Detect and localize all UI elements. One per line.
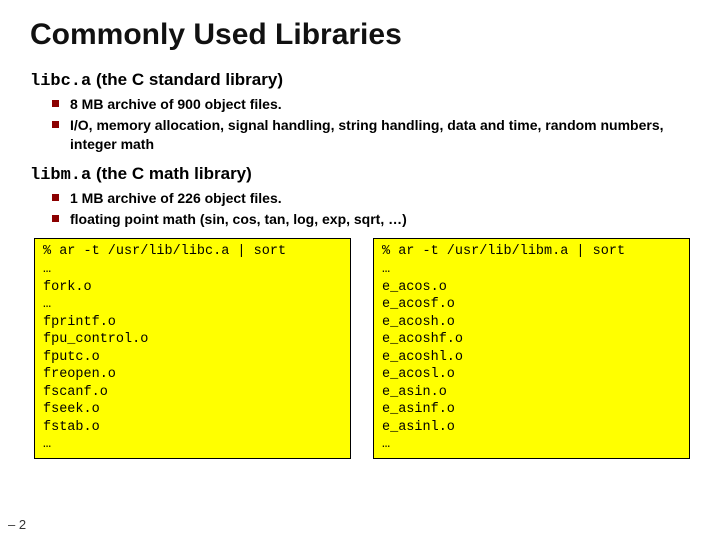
libm-code: libm.a [30, 166, 91, 185]
code-box-libm: % ar -t /usr/lib/libm.a | sort … e_acos.… [373, 238, 690, 459]
slide-title: Commonly Used Libraries [30, 18, 690, 52]
page-marker: – 2 [8, 517, 26, 532]
code-box-libc: % ar -t /usr/lib/libc.a | sort … fork.o … [34, 238, 351, 459]
libc-heading: libc.a (the C standard library) [30, 70, 690, 91]
list-item: I/O, memory allocation, signal handling,… [30, 116, 690, 154]
libc-heading-rest: (the C standard library) [91, 70, 283, 89]
slide: Commonly Used Libraries libc.a (the C st… [0, 0, 720, 469]
libm-bullets: 1 MB archive of 226 object files. floati… [30, 189, 690, 229]
libm-heading: libm.a (the C math library) [30, 164, 690, 185]
list-item: 1 MB archive of 226 object files. [30, 189, 690, 208]
libm-heading-rest: (the C math library) [91, 164, 252, 183]
list-item: floating point math (sin, cos, tan, log,… [30, 210, 690, 229]
list-item: 8 MB archive of 900 object files. [30, 95, 690, 114]
libc-bullets: 8 MB archive of 900 object files. I/O, m… [30, 95, 690, 154]
code-row: % ar -t /usr/lib/libc.a | sort … fork.o … [30, 238, 690, 459]
libc-code: libc.a [30, 72, 91, 91]
